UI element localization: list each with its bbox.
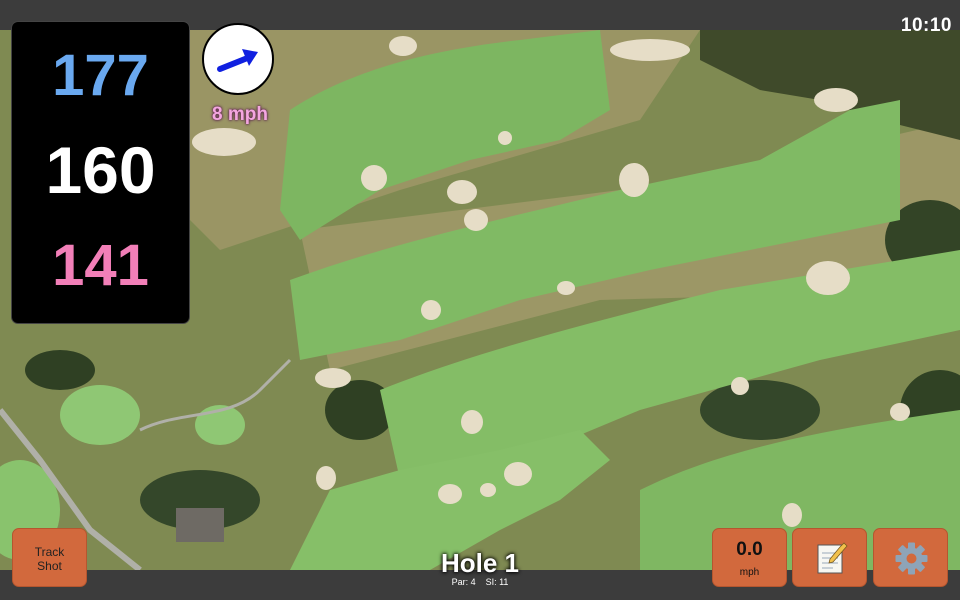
speed-button[interactable]: 0.0 mph <box>712 528 787 587</box>
wind-arrow-icon <box>217 49 258 72</box>
distance-front: 141 <box>52 233 149 298</box>
hole-title: Hole 1 <box>440 548 520 578</box>
hole-par: Par: 4 <box>451 577 476 587</box>
gear-icon <box>895 542 928 575</box>
speed-unit: mph <box>739 567 760 578</box>
notepad-icon <box>817 542 848 574</box>
track-shot-label-line2: Shot <box>37 559 62 573</box>
settings-button[interactable] <box>873 528 948 587</box>
hole-stroke-index: SI: 11 <box>485 577 509 587</box>
distance-middle: 160 <box>45 133 156 207</box>
speed-value: 0.0 <box>736 539 763 560</box>
distance-panel: 177 160 141 <box>12 22 189 323</box>
track-shot-button[interactable]: Track Shot <box>12 528 87 587</box>
hole-info: Par: 4 SI: 11 <box>380 577 580 587</box>
distance-back: 177 <box>52 43 149 108</box>
clock: 10:10 <box>900 15 952 36</box>
wind-speed-label: 8 mph <box>212 104 268 125</box>
wind-indicator <box>202 23 274 95</box>
notes-button[interactable] <box>792 528 867 587</box>
track-shot-label-line1: Track <box>34 545 65 559</box>
